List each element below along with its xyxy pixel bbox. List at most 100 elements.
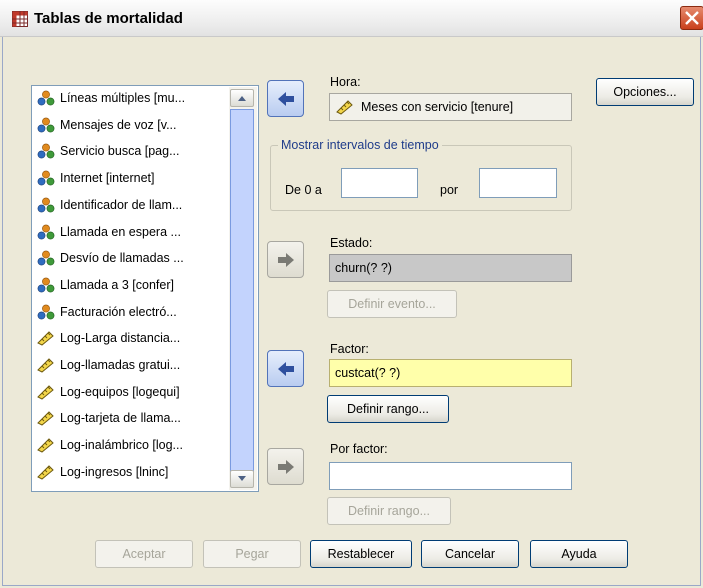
variable-label: Identificador de llam... [60,197,183,212]
variable-list-item[interactable]: Log-llamadas gratui... [37,354,227,376]
variable-label: Desvío de llamadas ... [60,251,184,266]
variable-list-item[interactable]: Desvío de llamadas ... [37,247,227,269]
variable-label: Log-inalámbrico [log... [60,438,183,453]
nominal-icon [37,143,55,159]
variable-list-item[interactable]: Llamada en espera ... [37,221,227,243]
scroll-thumb[interactable] [230,109,254,474]
scale-icon [37,330,55,346]
variable-label: Mensajes de voz [v... [60,117,177,132]
variable-list-item[interactable]: Facturación electró... [37,301,227,323]
variable-list-item[interactable]: Internet [internet] [37,167,227,189]
por-factor-field[interactable] [329,462,572,490]
paste-label: Pegar [235,547,269,561]
move-hora-button[interactable] [267,80,304,117]
arrow-up-icon [238,96,246,101]
nominal-icon [37,277,55,293]
variable-list-item[interactable]: Log-ingresos [lninc] [37,461,227,483]
reset-label: Restablecer [327,547,395,561]
variable-label: Log-equipos [logequi] [60,384,180,399]
define-range-por-factor-label: Definir rango... [348,504,430,518]
interval-to-input[interactable] [341,168,418,198]
scale-icon [37,464,55,480]
cancel-button[interactable]: Cancelar [421,540,519,568]
nominal-icon [37,170,55,186]
variable-list-item[interactable]: Líneas múltiples [mu... [37,87,227,109]
factor-field[interactable]: custcat(? ?) [329,359,572,387]
variable-list-item[interactable]: Log-equipos [logequi] [37,381,227,403]
nominal-icon [37,197,55,213]
close-icon [685,11,699,25]
move-por-factor-button[interactable] [267,448,304,485]
nominal-icon [37,117,55,133]
variable-list-item[interactable]: Llamada a 3 [confer] [37,274,227,296]
variable-list-item[interactable]: Log-Larga distancia... [37,327,227,349]
nominal-icon [37,304,55,320]
arrow-right-icon [277,252,294,267]
variable-label: Log-tarjeta de llama... [60,411,181,426]
define-event-button[interactable]: Definir evento... [327,290,457,318]
scroll-up-button[interactable] [230,89,254,107]
variable-list-item[interactable]: Identificador de llam... [37,194,227,216]
arrow-left-icon [277,361,294,376]
scroll-down-button[interactable] [230,470,254,488]
define-event-label: Definir evento... [348,297,436,311]
options-button-label: Opciones... [613,85,677,99]
options-button[interactable]: Opciones... [596,78,694,106]
accept-button[interactable]: Aceptar [95,540,193,568]
intervals-legend: Mostrar intervalos de tiempo [278,138,442,152]
estado-field[interactable]: churn(? ?) [329,254,572,282]
scale-icon [37,384,55,400]
help-label: Ayuda [561,547,597,561]
por-factor-label: Por factor: [330,442,388,456]
scale-icon [37,410,55,426]
step-label: por [440,183,459,197]
ruler-icon [336,100,353,115]
define-range-button[interactable]: Definir rango... [327,395,449,423]
factor-value: custcat(? ?) [335,366,401,380]
variable-label: Llamada a 3 [confer] [60,277,174,292]
window-title: Tablas de mortalidad [34,10,183,27]
variable-label: Internet [internet] [60,171,155,186]
variable-list-item[interactable]: Mensajes de voz [v... [37,114,227,136]
close-button[interactable] [680,6,703,30]
vertical-scrollbar[interactable] [229,87,257,490]
help-button[interactable]: Ayuda [530,540,628,568]
arrow-left-icon [277,91,294,106]
accept-label: Aceptar [122,547,166,561]
title-bar[interactable]: Tablas de mortalidad [0,0,703,37]
variable-label: Llamada en espera ... [60,224,181,239]
variable-list-item[interactable]: Log-tarjeta de llama... [37,407,227,429]
estado-label: Estado: [330,236,373,250]
from-label: De 0 a [285,183,322,197]
reset-button[interactable]: Restablecer [310,540,412,568]
hora-label: Hora: [330,75,361,89]
scale-icon [37,357,55,373]
arrow-down-icon [238,476,246,481]
factor-label: Factor: [330,342,369,356]
variable-label: Servicio busca [pag... [60,144,180,159]
paste-button[interactable]: Pegar [203,540,301,568]
nominal-icon [37,250,55,266]
variable-list[interactable]: Líneas múltiples [mu... Mensajes de voz [… [31,85,259,492]
variable-list-item[interactable]: Servicio busca [pag... [37,140,227,162]
variable-label: Líneas múltiples [mu... [60,91,186,105]
hora-field[interactable]: Meses con servicio [tenure] [329,93,572,121]
variable-label: Log-Larga distancia... [60,331,181,346]
hora-value: Meses con servicio [tenure] [361,100,514,114]
scale-icon [37,437,55,453]
nominal-icon [37,224,55,240]
estado-value: churn(? ?) [335,261,392,275]
interval-step-input[interactable] [479,168,557,198]
define-range-label: Definir rango... [347,402,429,416]
move-factor-button[interactable] [267,350,304,387]
variable-list-item[interactable]: Log-inalámbrico [log... [37,434,227,456]
variable-label: Log-ingresos [lninc] [60,464,169,479]
variable-label: Log-llamadas gratui... [60,358,181,372]
define-range-por-factor-button[interactable]: Definir rango... [327,497,451,525]
arrow-right-icon [277,459,294,474]
nominal-icon [37,90,55,106]
move-estado-button[interactable] [267,241,304,278]
table-icon [12,11,28,27]
variable-label: Facturación electró... [60,304,177,319]
cancel-label: Cancelar [444,547,496,561]
